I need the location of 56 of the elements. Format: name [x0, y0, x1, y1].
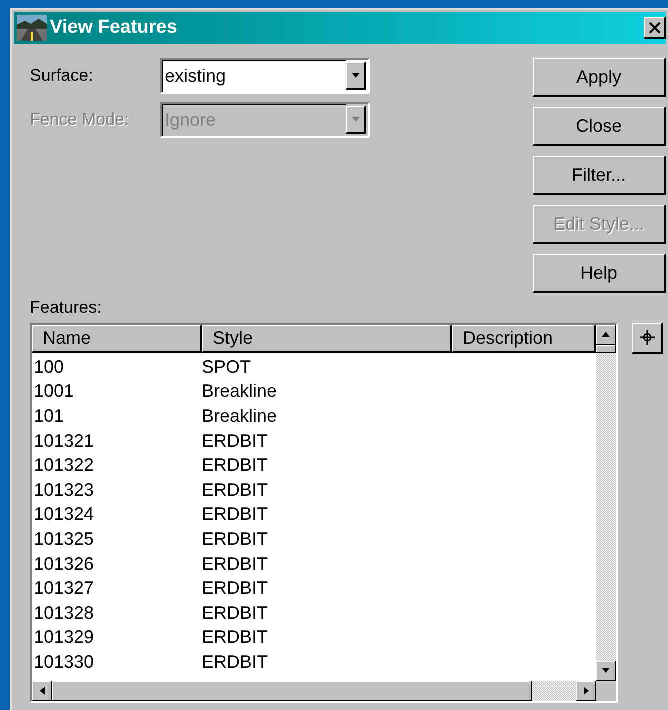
table-cell-text: ERDBIT	[202, 432, 270, 450]
table-cell-text: SPOT	[202, 358, 252, 376]
dialog-button[interactable]: Help	[533, 254, 666, 293]
column-header[interactable]: Description	[452, 324, 596, 352]
dropdown-arrow-button[interactable]	[346, 62, 366, 90]
table-cell-text: ERDBIT	[202, 604, 270, 622]
scroll-up-button[interactable]	[596, 324, 616, 344]
table-cell-text: ERDBIT	[202, 652, 270, 671]
field-label: Surface:	[30, 65, 94, 88]
table-cell-text: ERDBIT	[202, 579, 270, 598]
dropdown-field[interactable]: existing	[160, 58, 370, 94]
features-label: Features:	[30, 297, 103, 319]
table-cell-text: 1001	[33, 382, 76, 400]
table-cell-text: ERDBIT	[202, 505, 270, 524]
close-icon	[648, 22, 660, 34]
table-cell-text: ERDBIT	[202, 456, 270, 474]
window-title: View Features	[50, 16, 178, 40]
table-cell-text: 101327	[33, 579, 96, 598]
table-cell-text: 101330	[33, 652, 96, 671]
table-cell-text: ERDBIT	[202, 530, 270, 548]
down-arrow-icon	[352, 117, 360, 122]
up-arrow-icon	[602, 332, 610, 337]
down-arrow-icon	[602, 668, 610, 673]
table-cell-text: ERDBIT	[202, 480, 270, 499]
table-cell-text: Breakline	[202, 382, 278, 400]
table-cell-text: 101	[33, 406, 66, 425]
vertical-scrollbar[interactable]	[596, 324, 616, 680]
column-header[interactable]: Style	[202, 324, 452, 352]
column-header[interactable]: Name	[32, 324, 202, 352]
scroll-right-button[interactable]	[576, 680, 596, 700]
table-cell-text: ERDBIT	[202, 628, 270, 646]
table-cell-text: 101329	[33, 628, 96, 646]
table-cell-text: 101328	[33, 604, 96, 622]
table-cell-text: 100	[33, 358, 66, 376]
table-cell-text: ERDBIT	[202, 554, 270, 573]
down-arrow-icon	[352, 73, 360, 78]
scroll-down-button[interactable]	[596, 660, 616, 680]
close-button[interactable]	[644, 17, 666, 39]
table-cell-text: 101326	[33, 554, 96, 573]
table-cell-text: Breakline	[202, 406, 278, 425]
right-arrow-icon	[584, 686, 588, 694]
table-cell-text: 101322	[33, 456, 96, 474]
crosshair-button[interactable]	[632, 322, 663, 354]
scroll-left-button[interactable]	[32, 680, 52, 700]
dialog-button[interactable]: Apply	[533, 58, 666, 97]
road-icon	[17, 15, 47, 41]
left-arrow-icon	[40, 686, 44, 694]
table-cell-text: 101321	[33, 432, 96, 450]
crosshair-icon	[640, 330, 654, 345]
table-cell-text: 101323	[33, 480, 96, 499]
dialog-button[interactable]: Filter...	[533, 156, 666, 195]
table-cell-text: 101325	[33, 530, 96, 548]
field-label: Fence Mode:	[30, 109, 130, 132]
dialog-button[interactable]: Close	[533, 107, 666, 146]
table-cell-text: 101324	[33, 505, 96, 524]
scrollbar-corner	[596, 680, 616, 700]
